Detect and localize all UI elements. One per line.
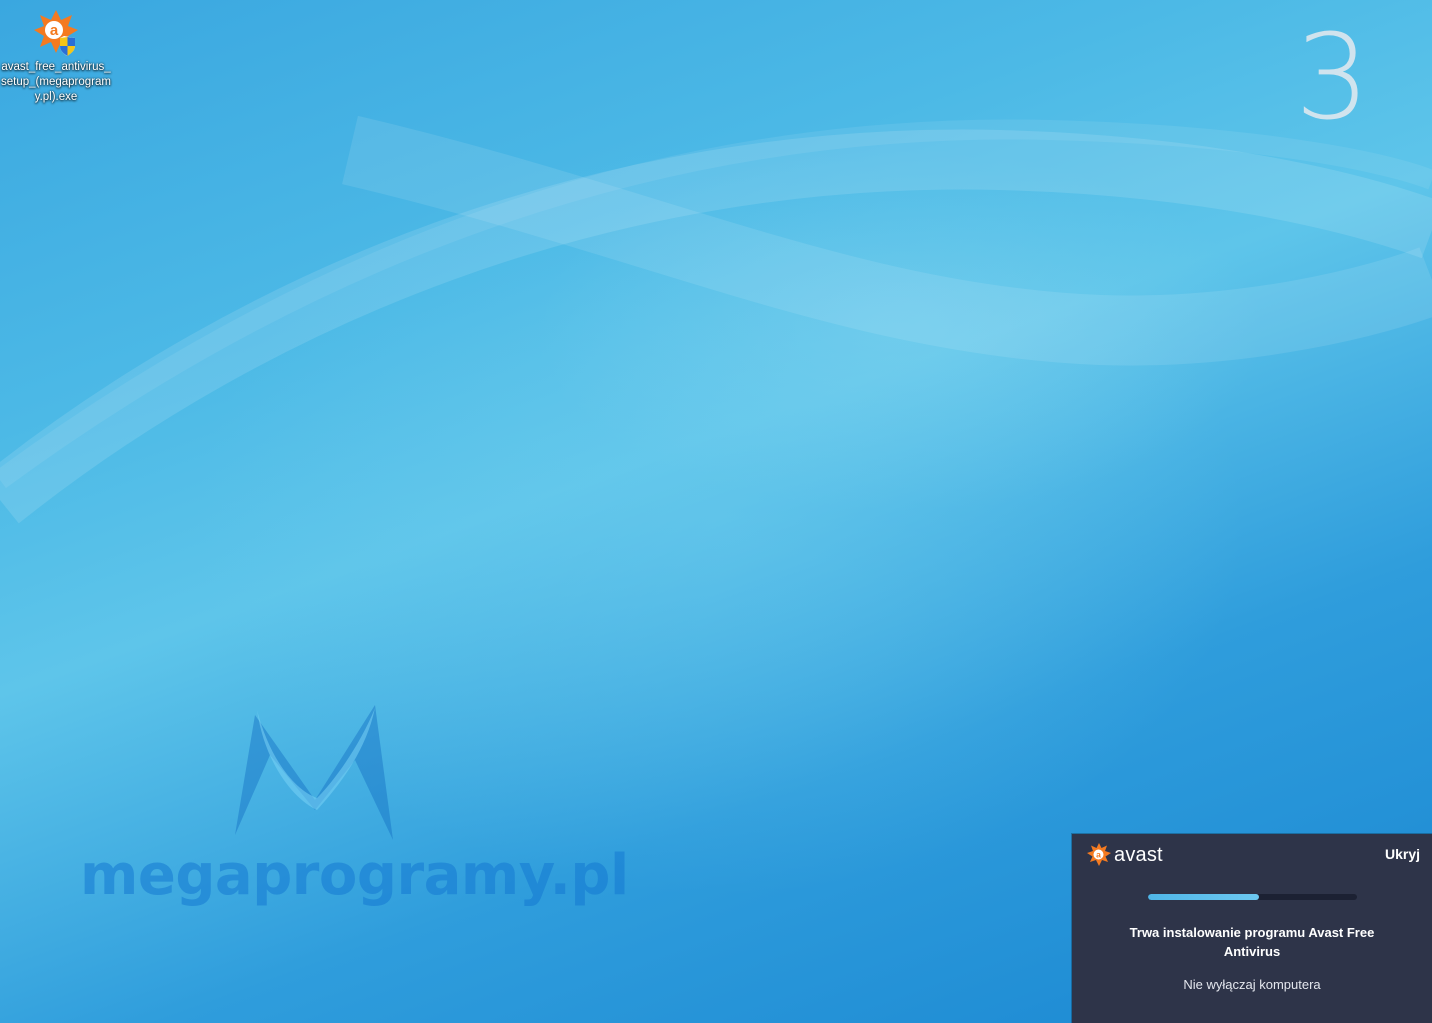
install-status-text: Trwa instalowanie programu Avast Free An… xyxy=(1129,925,1375,959)
svg-text:a: a xyxy=(50,22,59,39)
megaprogramy-logo xyxy=(235,705,393,840)
desktop-icon-label: avast_free_antivirus_setup_(megaprogramy… xyxy=(1,61,111,103)
avast-wordmark: avast xyxy=(1114,843,1163,866)
desktop-icon-avast-setup[interactable]: a avast_free_antivirus_setup_(megaprogra… xyxy=(0,6,112,105)
install-subtext: Nie wyłączaj komputera xyxy=(1183,977,1321,992)
avast-logo-icon: a xyxy=(1087,843,1111,866)
avast-install-notification: a avast Ukryj Trwa instalowanie programu… xyxy=(1072,834,1432,1023)
countdown-number: 3 xyxy=(1294,8,1370,146)
install-progress-bar xyxy=(1148,894,1357,900)
avast-installer-icon: a xyxy=(34,10,78,56)
hide-button[interactable]: Ukryj xyxy=(1385,846,1420,862)
svg-text:a: a xyxy=(1096,850,1101,860)
watermark-text: megaprogramy.pl xyxy=(80,843,629,908)
desktop[interactable]: a avast_free_antivirus_setup_(megaprogra… xyxy=(0,0,1432,1023)
avast-brand: a avast xyxy=(1086,842,1163,868)
install-progress-fill xyxy=(1148,894,1259,900)
